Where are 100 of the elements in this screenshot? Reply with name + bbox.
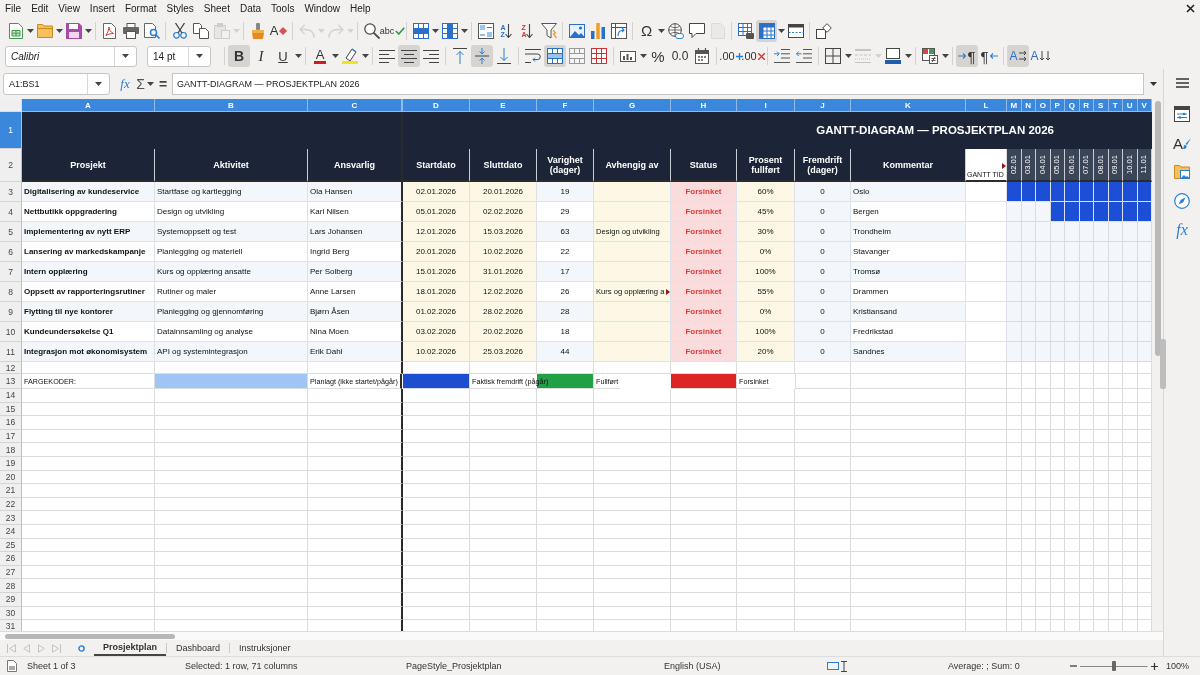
styles-button[interactable]: A (1169, 130, 1195, 156)
menu-item[interactable]: Tools (266, 3, 300, 15)
column-header[interactable]: D (403, 99, 470, 112)
menu-item[interactable]: Data (234, 3, 267, 15)
row-header[interactable]: 5 (0, 222, 22, 242)
copy-icon (192, 22, 209, 39)
table-cell: Tromsø (851, 262, 966, 282)
row-header[interactable]: 6 (0, 242, 22, 262)
row-header[interactable]: 8 (0, 282, 22, 302)
text-vertical-button[interactable]: A (1029, 45, 1051, 68)
percent-button[interactable]: % (647, 45, 669, 68)
compass-icon (1174, 193, 1190, 209)
functions-button[interactable]: fx (1169, 217, 1195, 243)
delete-decimal-button[interactable]: .00 (742, 45, 764, 68)
menu-item[interactable]: File (0, 3, 27, 15)
column-header[interactable]: E (470, 99, 537, 112)
function-wizard-button[interactable]: fx (118, 74, 132, 94)
add-decimal-button[interactable]: .00 (720, 45, 742, 68)
table-cell: Integrasjon mot økonomisystem (22, 342, 155, 362)
font-name-field[interactable]: Calibri (5, 45, 137, 67)
column-heading: Prosjekt (22, 149, 155, 182)
font-color-button[interactable]: A (309, 45, 331, 68)
row-header[interactable]: 10 (0, 322, 22, 342)
row-header[interactable]: 2 (0, 149, 22, 182)
font-size-field[interactable]: 14 pt (147, 45, 211, 67)
column-header[interactable]: G (594, 99, 671, 112)
table-cell: 03.02.2026 (403, 322, 470, 342)
column-header[interactable]: I (737, 99, 795, 112)
column-header[interactable]: C (308, 99, 403, 112)
table-cell: Flytting til nye kontorer (22, 302, 155, 322)
row-header[interactable]: 11 (0, 342, 22, 362)
column-header[interactable]: S (1094, 99, 1109, 112)
column-header[interactable]: K (851, 99, 966, 112)
menu-item[interactable]: Format (119, 3, 162, 15)
number-button[interactable]: 0.0 (669, 45, 691, 68)
menu-item[interactable]: Window (299, 3, 345, 15)
column-header[interactable]: A (22, 99, 155, 112)
menu-item[interactable]: Help (345, 3, 376, 15)
right-to-left-button[interactable]: ¶ (978, 45, 1000, 68)
row-header[interactable]: 28 (0, 579, 22, 593)
row-header[interactable]: 26 (0, 552, 22, 566)
table-cell: Design og utvikling (155, 202, 308, 222)
column-header[interactable]: F (537, 99, 594, 112)
merge-center-button[interactable] (544, 45, 566, 68)
sum-button[interactable]: Σ (134, 74, 147, 94)
row-header[interactable]: 4 (0, 202, 22, 222)
table-cell: 18 (537, 322, 594, 342)
row-header[interactable]: 1 (0, 112, 22, 149)
menu-item[interactable]: Edit (26, 3, 54, 15)
sheet-tab[interactable]: Instruksjoner (230, 640, 300, 656)
row-header[interactable]: 3 (0, 182, 22, 202)
freeze-button[interactable] (756, 19, 777, 42)
menu-item[interactable]: Sheet (198, 3, 235, 15)
row-header[interactable]: 18 (0, 443, 22, 457)
menu-item[interactable]: View (53, 3, 85, 15)
row-header[interactable]: 23 (0, 511, 22, 525)
caret-icon (431, 28, 439, 33)
column-header[interactable]: L (966, 99, 1007, 112)
image-icon (568, 23, 585, 38)
name-box[interactable]: A1:BS1 (3, 73, 110, 95)
slider-thumb[interactable] (1112, 661, 1116, 671)
table-cell: 28.02.2026 (470, 302, 537, 322)
spelling-button[interactable]: abc (382, 19, 403, 42)
column-heading: Kommentar (851, 149, 966, 182)
special-character-button[interactable]: Ω (636, 19, 657, 42)
menu-item[interactable]: Insert (84, 3, 120, 15)
table-cell: 31.01.2026 (470, 262, 537, 282)
menu-item[interactable]: Styles (161, 3, 199, 15)
align-center-icon (401, 49, 417, 63)
row-header[interactable]: 7 (0, 262, 22, 282)
scrollbar-thumb[interactable] (5, 633, 175, 639)
row-header[interactable]: 16 (0, 416, 22, 430)
formula-input[interactable]: GANTT-DIAGRAM — PROSJEKTPLAN 2026 (172, 73, 1144, 95)
column-header[interactable]: M (1007, 99, 1022, 112)
table-cell: API og systemintegrasjon (155, 342, 308, 362)
table-cell: Fredrikstad (851, 322, 966, 342)
underline-button[interactable]: U (272, 45, 294, 68)
row-header[interactable]: 14 (0, 389, 22, 403)
column-header[interactable]: B (155, 99, 308, 112)
column-header[interactable]: U (1123, 99, 1138, 112)
italic-button[interactable]: I (250, 45, 272, 68)
formula-button[interactable]: = (157, 74, 169, 94)
bold-button[interactable]: B (228, 45, 250, 68)
clear-format-button[interactable]: A (268, 19, 289, 42)
table-cell: 0 (795, 242, 851, 262)
column-header[interactable]: O (1036, 99, 1051, 112)
row-header[interactable]: 13 (0, 374, 22, 389)
plus-icon (1150, 662, 1158, 670)
scrollbar-thumb[interactable] (1154, 101, 1161, 356)
sheet-tab[interactable]: Dashboard (167, 640, 230, 656)
column-header[interactable]: Q (1065, 99, 1080, 112)
row-header[interactable]: 21 (0, 484, 22, 498)
align-center-button[interactable] (398, 45, 420, 68)
left-to-right-button[interactable]: ¶ (956, 45, 978, 68)
sidebar-handle[interactable] (1160, 339, 1166, 389)
column-header[interactable]: J (795, 99, 851, 112)
row-header[interactable]: 9 (0, 302, 22, 322)
row-header[interactable]: 12 (0, 362, 22, 374)
column-header[interactable]: H (671, 99, 737, 112)
sheet-tab[interactable]: Prosjektplan (94, 640, 167, 656)
